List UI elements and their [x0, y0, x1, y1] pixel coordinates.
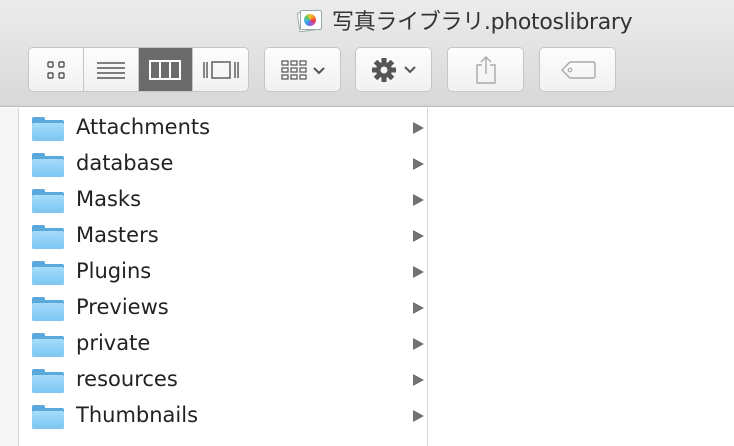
folder-icon — [32, 333, 64, 357]
folder-icon — [32, 153, 64, 177]
folder-icon — [32, 405, 64, 429]
action-button[interactable] — [355, 47, 432, 92]
folder-row[interactable]: Plugins — [20, 254, 428, 290]
folder-name: Attachments — [76, 115, 211, 139]
arrange-icon — [280, 59, 325, 80]
folder-row[interactable]: private — [20, 326, 428, 362]
browser-content: Attachments database Masks Masters Plugins Pr… — [0, 108, 734, 446]
folder-row[interactable]: Thumbnails — [20, 398, 428, 434]
previous-column-edge[interactable] — [0, 108, 19, 446]
folder-row[interactable]: Masks — [20, 182, 428, 218]
disclosure-arrow-icon — [413, 266, 424, 278]
gear-icon — [371, 57, 416, 82]
folder-icon — [32, 369, 64, 393]
folder-icon — [32, 117, 64, 141]
folder-name: private — [76, 331, 151, 355]
disclosure-arrow-icon — [413, 410, 424, 422]
folder-row[interactable]: Attachments — [20, 110, 428, 146]
folder-name: resources — [76, 367, 178, 391]
disclosure-arrow-icon — [413, 302, 424, 314]
disclosure-arrow-icon — [413, 122, 424, 134]
disclosure-arrow-icon — [413, 374, 424, 386]
folder-row[interactable]: Masters — [20, 218, 428, 254]
folder-icon — [32, 261, 64, 285]
title-bar: 写真ライブラリ.photoslibrary — [0, 0, 734, 107]
folder-name: Plugins — [76, 259, 152, 283]
disclosure-arrow-icon — [413, 338, 424, 350]
arrange-button[interactable] — [264, 47, 341, 92]
folder-row[interactable]: database — [20, 146, 428, 182]
folder-name: Masks — [76, 187, 142, 211]
folder-name: Masters — [76, 223, 159, 247]
folder-icon — [32, 225, 64, 249]
tag-button[interactable] — [539, 47, 616, 92]
cover-flow-view-button[interactable] — [193, 48, 248, 91]
photos-library-icon — [296, 6, 324, 34]
columns-icon — [149, 59, 182, 80]
folder-column: Attachments database Masks Masters Plugins Pr… — [20, 108, 428, 446]
share-button[interactable] — [447, 47, 524, 92]
list-view-button[interactable] — [84, 48, 139, 91]
window-title: 写真ライブラリ.photoslibrary — [296, 5, 633, 35]
column-view-button[interactable] — [138, 48, 194, 91]
tag-icon — [560, 60, 596, 79]
folder-row[interactable]: resources — [20, 362, 428, 398]
folder-name: Thumbnails — [76, 403, 199, 427]
icon-view-button[interactable] — [29, 48, 84, 91]
folder-icon — [32, 189, 64, 213]
folder-name: database — [76, 151, 174, 175]
view-mode-control — [28, 47, 249, 92]
folder-name: Previews — [76, 295, 169, 319]
cover-flow-icon — [202, 60, 239, 79]
disclosure-arrow-icon — [413, 230, 424, 242]
disclosure-arrow-icon — [413, 158, 424, 170]
folder-icon — [32, 297, 64, 321]
share-icon — [475, 55, 496, 84]
grid-icon — [47, 60, 65, 79]
folder-row[interactable]: Previews — [20, 290, 428, 326]
window-title-text: 写真ライブラリ.photoslibrary — [332, 10, 633, 35]
list-icon — [96, 61, 125, 79]
disclosure-arrow-icon — [413, 194, 424, 206]
